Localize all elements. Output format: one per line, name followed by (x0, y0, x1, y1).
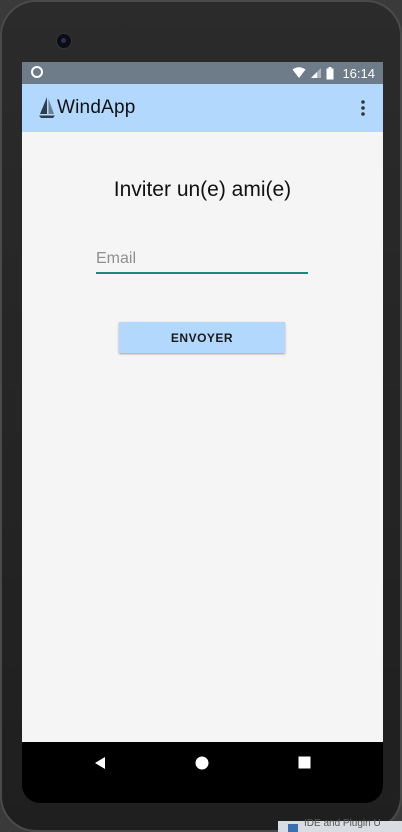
battery-icon (326, 66, 334, 79)
status-time: 16:14 (342, 65, 375, 81)
signal-icon (311, 68, 322, 78)
sailboat-icon (39, 97, 55, 118)
status-bar: 16:14 (22, 62, 383, 84)
app-screen: 16:14 WindApp Inviter un(e) ami(e) ENVOY… (22, 62, 383, 783)
page-title: Inviter un(e) ami(e) (113, 178, 292, 201)
recents-icon (298, 756, 310, 769)
bottom-bezel (22, 783, 383, 803)
back-button[interactable] (80, 742, 120, 783)
wifi-icon (292, 67, 306, 78)
home-icon (195, 756, 209, 769)
system-nav-bar (22, 742, 383, 783)
overflow-menu-icon[interactable] (357, 98, 369, 118)
back-icon (95, 756, 105, 769)
home-button[interactable] (182, 742, 222, 783)
circle-icon (31, 66, 43, 78)
taskbar-peek-label: IDE and Plugin U (304, 818, 381, 829)
app-toolbar: WindApp (22, 84, 383, 132)
window-icon (288, 824, 298, 832)
host-taskbar-peek: IDE and Plugin U (278, 818, 402, 832)
email-field[interactable] (96, 246, 308, 274)
recents-button[interactable] (284, 742, 324, 783)
phone-device-frame: 16:14 WindApp Inviter un(e) ami(e) ENVOY… (0, 0, 402, 832)
send-button[interactable]: ENVOYER (119, 322, 285, 353)
app-title: WindApp (57, 97, 136, 118)
front-camera (56, 33, 72, 49)
status-icons: 16:14 (292, 62, 375, 84)
